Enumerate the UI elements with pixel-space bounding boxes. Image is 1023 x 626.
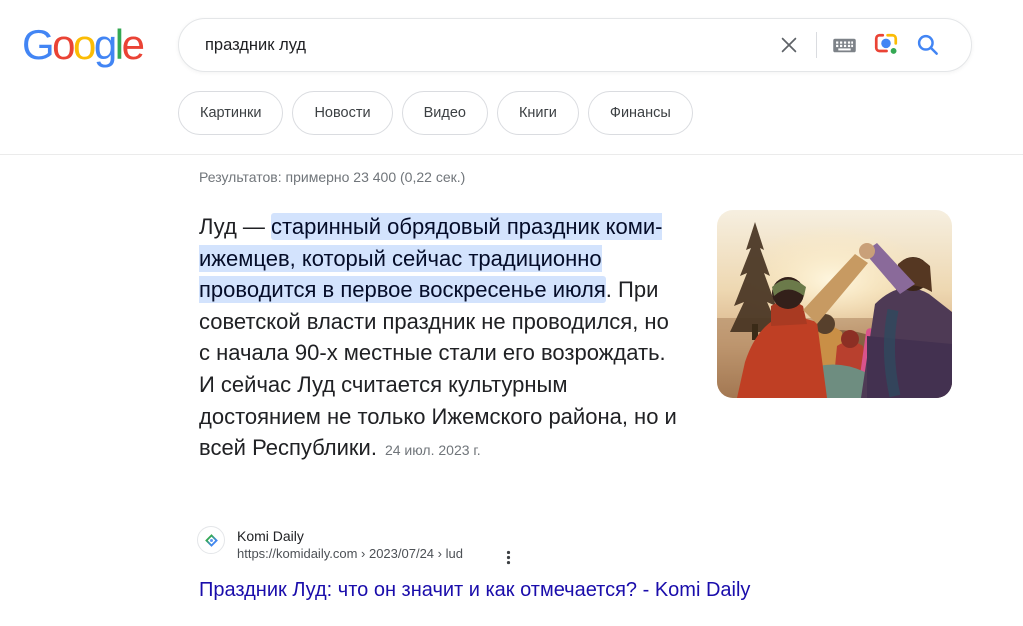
tab-videos[interactable]: Видео xyxy=(401,91,488,135)
logo-letter: g xyxy=(93,21,117,68)
search-header: Google праздник луд Картинки Новости Вид… xyxy=(0,0,1023,155)
more-options-icon[interactable] xyxy=(497,546,519,568)
site-favicon-icon xyxy=(197,526,225,554)
logo-letter: o xyxy=(52,21,75,68)
snippet-thumbnail-image[interactable] xyxy=(717,210,952,398)
search-submit-icon[interactable] xyxy=(907,24,949,66)
logo-letter: l xyxy=(114,21,124,68)
featured-snippet-text: Луд — старинный обрядовый праздник коми-… xyxy=(199,211,685,467)
google-logo[interactable]: Google xyxy=(22,21,145,69)
keyboard-icon[interactable] xyxy=(823,24,865,66)
clear-search-icon[interactable] xyxy=(768,24,810,66)
snippet-lead: Луд — xyxy=(199,214,272,239)
logo-letter: e xyxy=(121,21,145,68)
search-bar-icons xyxy=(768,24,949,66)
search-bar-divider xyxy=(816,32,817,58)
google-search-results-page: Google праздник луд Картинки Новости Вид… xyxy=(0,0,1023,626)
tab-books[interactable]: Книги xyxy=(496,91,579,135)
tab-images[interactable]: Картинки xyxy=(178,91,284,135)
snippet-rest: . При советской власти праздник не прово… xyxy=(199,277,677,461)
logo-letter: o xyxy=(73,21,96,68)
source-text: Komi Daily https://komidaily.com › 2023/… xyxy=(237,526,463,563)
search-filter-chips: Картинки Новости Видео Книги Финансы xyxy=(178,91,693,135)
snippet-date: 24 июл. 2023 г. xyxy=(384,442,481,459)
source-breadcrumb-url: https://komidaily.com › 2023/07/24 › lud xyxy=(237,546,463,561)
google-lens-icon[interactable] xyxy=(865,24,907,66)
search-input[interactable] xyxy=(205,35,768,55)
thumbnail-illustration xyxy=(717,210,952,398)
result-stats: Результатов: примерно 23 400 (0,22 сек.) xyxy=(199,169,466,185)
source-site-name: Komi Daily xyxy=(237,528,304,544)
tab-finance[interactable]: Финансы xyxy=(587,91,693,135)
search-bar xyxy=(178,18,972,72)
result-source[interactable]: Komi Daily https://komidaily.com › 2023/… xyxy=(197,526,463,563)
logo-letter: G xyxy=(22,21,55,68)
tab-news[interactable]: Новости xyxy=(292,91,393,135)
result-title-link[interactable]: Праздник Луд: что он значит и как отмеча… xyxy=(199,577,750,603)
